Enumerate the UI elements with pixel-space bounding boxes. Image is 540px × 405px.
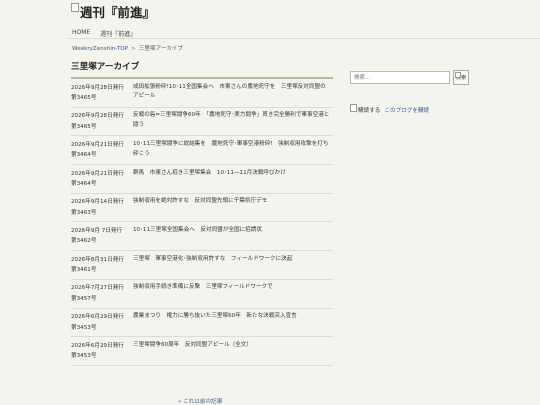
search-form: 検索	[350, 70, 469, 85]
feed-icon	[350, 104, 357, 112]
entry-meta: 2026年6月29日発行 第3453号	[71, 312, 133, 336]
entry-issue: 第3464号	[71, 181, 97, 188]
breadcrumb-separator: >	[131, 46, 136, 52]
entry-issue: 第3465号	[71, 123, 97, 130]
page: 週刊『前進』 HOME 週刊『前進』 WeekryZenshin-TOP > 三里塚…	[0, 0, 540, 405]
entry-title-link[interactable]: 群馬 市東さん招き三里塚集会 10･11―11月決戦呼びかけ	[133, 169, 333, 193]
entry-title-link[interactable]: 成田拡張粉砕!10･11全国集会へ 市東さんの農地死守を 三里塚反対同盟のアピー…	[133, 83, 333, 107]
entry-issue: 第3462号	[71, 238, 97, 245]
entry-date: 2026年6月29日発行	[71, 314, 124, 320]
subscribe-widget: 購読する このブログを購読	[350, 104, 429, 114]
entry-meta: 2026年9月21日発行 第3464号	[71, 169, 133, 193]
archive-entry: 2026年9月28日発行 第3465号 反戦の砦=三里塚闘争60年 「農地死守･実力…	[71, 108, 333, 137]
entry-issue: 第3463号	[71, 209, 97, 216]
entry-meta: 2026年9月21日発行 第3464号	[71, 140, 133, 164]
breadcrumb-current: 三里塚アーカイブ	[138, 46, 184, 52]
archive-main: 三里塚アーカイブ 2026年9月28日発行 第3465号 成田拡張粉砕!10･11全…	[71, 60, 333, 366]
nav-item-weekly-zenshin[interactable]: 週刊『前進』	[100, 29, 136, 38]
search-input[interactable]	[350, 71, 450, 84]
site-title[interactable]: 週刊『前進』	[71, 2, 155, 21]
subscribe-label: 購読する	[358, 108, 381, 114]
nav-item-home[interactable]: HOME	[72, 29, 90, 38]
archive-entry: 2026年9月21日発行 第3464号 10･11三里塚闘争に総結集を 農地死守･軍…	[71, 136, 333, 166]
site-title-text[interactable]: 週刊『前進』	[80, 2, 155, 21]
entry-date: 2026年9月21日発行	[71, 170, 124, 177]
archive-entry: 2026年9月 7日発行 第3462号 10･11三里塚全国集会へ 反対同盟が全国に…	[71, 222, 333, 252]
archive-entry: 2026年6月29日発行 第3453号 三里塚闘争60周年 反対同盟アピール（全文）	[71, 337, 333, 366]
entry-title-link[interactable]: 農業まつり 権力に勝ち抜いた三里塚60年 新たな決戦突入宣言	[133, 312, 333, 336]
entry-meta: 2026年9月14日発行 第3463号	[71, 197, 133, 221]
archive-entry: 2026年6月29日発行 第3453号 農業まつり 権力に勝ち抜いた三里塚60年 新…	[71, 309, 333, 338]
entry-date: 2026年6月29日発行	[71, 342, 124, 349]
entry-title-link[interactable]: 10･11三里塚全国集会へ 反対同盟が全国に招請状	[133, 226, 333, 250]
broken-image-icon	[71, 3, 79, 12]
entry-date: 2026年9月28日発行	[71, 84, 124, 91]
archive-entry: 2026年9月28日発行 第3465号 成田拡張粉砕!10･11全国集会へ 市東さん…	[71, 79, 333, 108]
entry-list: 2026年9月28日発行 第3465号 成田拡張粉砕!10･11全国集会へ 市東さん…	[71, 79, 333, 366]
entry-title-link[interactable]: 10･11三里塚闘争に総結集を 農地死守･軍事空港粉砕! 強制収用攻撃を打ち砕こ…	[133, 140, 333, 164]
nav-divider	[68, 38, 540, 39]
entry-date: 2026年9月14日発行	[71, 199, 124, 206]
subscribe-link[interactable]: このブログを購読	[384, 106, 429, 114]
breadcrumb: WeekryZenshin-TOP > 三里塚アーカイブ	[72, 44, 183, 52]
broken-image-icon	[455, 72, 461, 78]
archive-entry: 2026年9月21日発行 第3464号 群馬 市東さん招き三里塚集会 10･11―1…	[71, 165, 333, 194]
entry-issue: 第3465号	[71, 95, 97, 101]
entry-meta: 2026年9月 7日発行 第3462号	[71, 226, 133, 250]
entry-title-link[interactable]: 反戦の砦=三里塚闘争60年 「農地死守･実力闘争」貫き完全勝利で軍事空港と闘う	[133, 111, 333, 135]
entry-date: 2026年7月27日発行	[71, 285, 124, 292]
entry-date: 2026年9月28日発行	[71, 113, 124, 120]
entry-meta: 2026年9月28日発行 第3465号	[71, 111, 133, 135]
archive-entry: 2026年7月27日発行 第3457号 強制収用手続き準備に反撃 三里塚フィールドワ…	[71, 280, 333, 309]
archive-entry: 2026年9月14日発行 第3463号 強制収用を絶対許すな 反対同盟先頭に千葉県庁…	[71, 194, 333, 223]
entry-title-link[interactable]: 三里塚闘争60周年 反対同盟アピール（全文）	[133, 341, 333, 365]
entry-issue: 第3464号	[71, 152, 97, 159]
entry-date: 2026年8月31日発行	[71, 256, 124, 263]
entry-meta: 2026年6月29日発行 第3453号	[71, 341, 133, 365]
entry-title-link[interactable]: 強制収用手続き準備に反撃 三里塚フィールドワークで	[133, 283, 333, 307]
entry-title-link[interactable]: 三里塚 軍事空港化･強制収用許すな フィールドワークに決起	[133, 255, 333, 279]
entry-issue: 第3457号	[71, 295, 97, 302]
entry-issue: 第3453号	[71, 324, 97, 331]
main-nav: HOME 週刊『前進』	[72, 29, 136, 38]
entry-meta: 2026年9月28日発行 第3465号	[71, 83, 133, 107]
breadcrumb-root-link[interactable]: WeekryZenshin-TOP	[72, 46, 128, 52]
archive-entry: 2026年8月31日発行 第3461号 三里塚 軍事空港化･強制収用許すな フィール…	[71, 251, 333, 280]
page-title: 三里塚アーカイブ	[71, 62, 140, 72]
entry-date: 2026年9月 7日発行	[71, 227, 123, 234]
search-button[interactable]: 検索	[453, 70, 469, 85]
entry-title-link[interactable]: 強制収用を絶対許すな 反対同盟先頭に千葉県庁デモ	[133, 197, 333, 221]
older-posts-link[interactable]: « これ以前の記事	[178, 397, 222, 405]
entry-issue: 第3453号	[71, 353, 97, 360]
entry-meta: 2026年8月31日発行 第3461号	[71, 255, 133, 279]
entry-issue: 第3461号	[71, 267, 97, 274]
entry-meta: 2026年7月27日発行 第3457号	[71, 283, 133, 307]
entry-date: 2026年9月21日発行	[71, 141, 124, 148]
